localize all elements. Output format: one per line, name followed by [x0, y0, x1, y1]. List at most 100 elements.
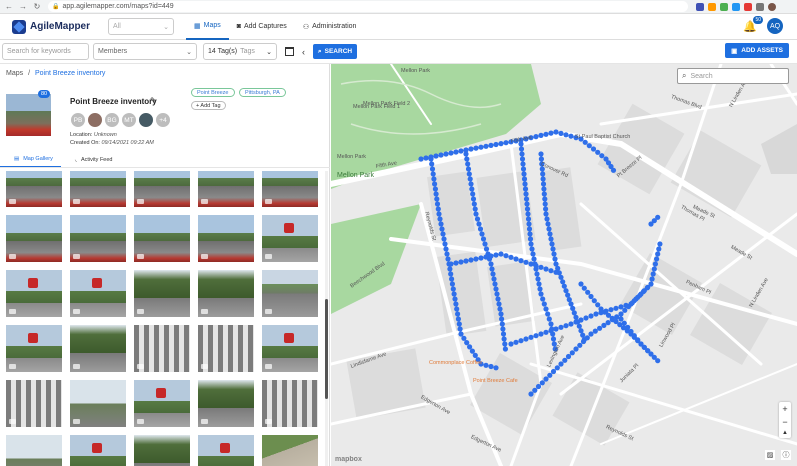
- capture-point[interactable]: [621, 320, 627, 326]
- capture-point[interactable]: [622, 307, 628, 313]
- capture-point[interactable]: [455, 316, 461, 322]
- map-cover-image[interactable]: [6, 94, 51, 136]
- capture-point[interactable]: [435, 206, 441, 212]
- capture-point[interactable]: [508, 254, 514, 260]
- capture-point[interactable]: [539, 380, 545, 386]
- capture-point[interactable]: [434, 196, 440, 202]
- capture-point[interactable]: [431, 176, 437, 182]
- capture-point[interactable]: [536, 281, 542, 287]
- capture-point[interactable]: [543, 211, 549, 217]
- capture-point[interactable]: [650, 271, 656, 277]
- scrollbar-thumb[interactable]: [325, 299, 328, 399]
- capture-point[interactable]: [530, 251, 536, 257]
- capture-point[interactable]: [476, 221, 482, 227]
- gallery-thumbnail[interactable]: [6, 325, 62, 372]
- capture-point[interactable]: [529, 246, 535, 252]
- keyword-search-input[interactable]: Search for keywords: [2, 43, 89, 60]
- capture-point[interactable]: [480, 236, 487, 242]
- capture-point[interactable]: [478, 144, 484, 150]
- capture-point[interactable]: [493, 141, 499, 148]
- capture-point[interactable]: [534, 271, 540, 277]
- capture-point[interactable]: [429, 161, 435, 167]
- extension-icon[interactable]: [708, 2, 716, 11]
- capture-point[interactable]: [553, 129, 559, 135]
- capture-point[interactable]: [655, 214, 661, 220]
- capture-point[interactable]: [562, 357, 568, 363]
- nav-tab-maps[interactable]: ▦ Maps: [186, 14, 229, 40]
- capture-point[interactable]: [543, 376, 549, 382]
- capture-point[interactable]: [578, 281, 584, 287]
- capture-point[interactable]: [467, 176, 473, 182]
- capture-point[interactable]: [463, 258, 469, 264]
- capture-point[interactable]: [538, 331, 544, 337]
- capture-point[interactable]: [465, 161, 471, 167]
- gallery-thumbnail[interactable]: [262, 270, 318, 317]
- capture-point[interactable]: [625, 303, 632, 310]
- zoom-out-button[interactable]: −: [782, 417, 787, 427]
- capture-point[interactable]: [464, 340, 470, 346]
- capture-point[interactable]: [543, 206, 549, 212]
- capture-point[interactable]: [493, 252, 499, 258]
- capture-point[interactable]: [443, 246, 449, 252]
- capture-point[interactable]: [580, 338, 587, 345]
- zoom-in-button[interactable]: +: [782, 404, 787, 414]
- capture-point[interactable]: [488, 363, 494, 370]
- capture-point[interactable]: [588, 313, 594, 319]
- capture-point[interactable]: [524, 206, 531, 212]
- capture-point[interactable]: [528, 241, 534, 247]
- capture-point[interactable]: [499, 321, 505, 327]
- capture-point[interactable]: [453, 260, 459, 266]
- nav-tab-add-captures[interactable]: ◙ Add Captures: [229, 14, 295, 40]
- search-button[interactable]: ⌕ SEARCH: [313, 44, 358, 59]
- capture-point[interactable]: [503, 140, 509, 146]
- capture-point[interactable]: [592, 328, 598, 334]
- capture-point[interactable]: [448, 150, 454, 156]
- tag-chip[interactable]: Point Breeze: [191, 88, 235, 97]
- capture-point[interactable]: [585, 289, 591, 295]
- gallery-thumbnail[interactable]: [70, 215, 126, 262]
- capture-point[interactable]: [497, 306, 503, 312]
- capture-point[interactable]: [441, 236, 447, 242]
- capture-point[interactable]: [523, 191, 529, 197]
- capture-point[interactable]: [568, 321, 574, 327]
- capture-point[interactable]: [523, 196, 530, 202]
- capture-point[interactable]: [465, 166, 472, 172]
- capture-point[interactable]: [538, 291, 544, 297]
- capture-point[interactable]: [469, 186, 475, 192]
- capture-point[interactable]: [565, 353, 572, 360]
- calendar-icon[interactable]: [285, 47, 294, 56]
- capture-point[interactable]: [492, 281, 498, 287]
- gallery-thumbnail[interactable]: [70, 270, 126, 317]
- members-select[interactable]: Members ⌄: [93, 43, 197, 60]
- capture-point[interactable]: [519, 151, 525, 157]
- capture-point[interactable]: [595, 149, 601, 155]
- capture-point[interactable]: [644, 285, 650, 291]
- gallery-thumbnail[interactable]: [262, 380, 318, 427]
- capture-point[interactable]: [542, 196, 548, 202]
- gallery-thumbnail[interactable]: [70, 171, 126, 207]
- gallery-thumbnail[interactable]: [198, 215, 254, 262]
- capture-point[interactable]: [448, 261, 454, 267]
- capture-point[interactable]: [540, 176, 546, 182]
- add-tag-button[interactable]: + Add Tag: [191, 101, 226, 110]
- capture-point[interactable]: [466, 171, 472, 177]
- capture-point[interactable]: [548, 268, 554, 274]
- capture-point[interactable]: [578, 317, 584, 323]
- capture-point[interactable]: [576, 323, 582, 329]
- capture-point[interactable]: [440, 231, 446, 237]
- capture-point[interactable]: [528, 391, 534, 397]
- capture-point[interactable]: [470, 196, 477, 202]
- capture-point[interactable]: [558, 361, 564, 367]
- chevron-left-icon[interactable]: ‹: [302, 47, 305, 57]
- more-members[interactable]: +4: [155, 112, 171, 128]
- capture-point[interactable]: [451, 291, 457, 297]
- capture-point[interactable]: [438, 221, 444, 227]
- capture-point[interactable]: [541, 191, 547, 197]
- tab-map-gallery[interactable]: ▤ Map Gallery: [0, 152, 61, 167]
- gallery-thumbnail[interactable]: [198, 380, 254, 427]
- capture-point[interactable]: [631, 333, 637, 339]
- capture-point[interactable]: [655, 358, 661, 364]
- capture-point[interactable]: [652, 261, 658, 267]
- capture-point[interactable]: [489, 266, 495, 272]
- map-search-input[interactable]: ⌕ Search: [677, 68, 789, 84]
